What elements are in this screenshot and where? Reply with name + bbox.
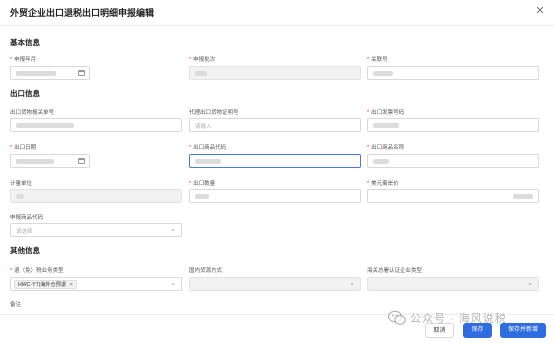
refund-type-select[interactable]: HWC-YT|海外仓预退 ✕ ⌄: [10, 277, 182, 291]
period-date-picker[interactable]: [10, 66, 90, 80]
dialog-title: 外贸企业出口退税出口明细申报编辑: [10, 8, 155, 18]
goods-code-label: * 出口商品代码: [189, 145, 227, 151]
section-export-title: 出口信息: [10, 89, 40, 98]
declare-code-label: 申报商品代码: [10, 215, 44, 221]
section-basic-title: 基本信息: [10, 38, 40, 47]
usd-price-label: * 美元离岸价: [367, 181, 399, 187]
dialog-footer: 取消 保存 保存并新增: [0, 314, 554, 343]
chevron-down-icon: ⌄: [170, 226, 176, 233]
batch-label: * 申报批次: [189, 57, 216, 63]
refund-type-tag: HWC-YT|海外仓预退 ✕: [14, 280, 78, 289]
save-and-new-button[interactable]: 保存并新增: [500, 323, 546, 338]
source-select: ⌄: [189, 277, 361, 291]
goods-name-label: * 出口商品名称: [367, 145, 405, 151]
quantity-input[interactable]: [189, 189, 361, 203]
calendar-icon: [78, 158, 85, 164]
goods-code-input[interactable]: [189, 154, 361, 168]
agent-cert-input[interactable]: 请输入: [189, 118, 361, 132]
section-other-title: 其他信息: [10, 246, 40, 255]
usd-price-input[interactable]: [367, 189, 539, 203]
refund-type-label: * 退（免）税业务类型: [10, 268, 64, 274]
calendar-icon: [78, 70, 85, 76]
batch-input: [189, 66, 361, 80]
dialog-header: 外贸企业出口退税出口明细申报编辑 ✕: [0, 0, 554, 26]
agent-cert-label: 代理出口货物证明号: [189, 110, 239, 116]
customs-no-input[interactable]: [10, 118, 182, 132]
chevron-down-icon: ⌄: [527, 280, 533, 287]
close-icon[interactable]: ✕: [534, 5, 546, 17]
tag-remove-icon[interactable]: ✕: [69, 282, 73, 288]
customs-cert-label: 海关总署认证企业类型: [367, 268, 423, 274]
edit-dialog: 外贸企业出口退税出口明细申报编辑 ✕ 基本信息 * 申报年月 * 申报批次 * 关联号…: [0, 0, 554, 343]
declare-code-placeholder: 请选择: [16, 229, 33, 235]
quantity-label: * 出口数量: [189, 181, 216, 187]
chevron-down-icon: ⌄: [349, 280, 355, 287]
agent-cert-placeholder: 请输入: [195, 124, 212, 130]
cancel-button[interactable]: 取消: [425, 323, 454, 338]
serial-input[interactable]: [367, 66, 539, 80]
unit-input: [10, 189, 182, 203]
invoice-label: * 出口发票号码: [367, 110, 405, 116]
customs-cert-select: ⌄: [367, 277, 539, 291]
invoice-input[interactable]: [367, 118, 539, 132]
declare-code-select[interactable]: 请选择 ⌄: [10, 223, 182, 237]
customs-no-label: 出口货物报关单号: [10, 110, 55, 116]
unit-label: 计量单位: [10, 181, 33, 187]
chevron-down-icon: ⌄: [170, 280, 176, 287]
serial-label: * 关联号: [367, 57, 388, 63]
save-button[interactable]: 保存: [463, 323, 492, 338]
period-label: * 申报年月: [10, 57, 37, 63]
export-date-picker[interactable]: [10, 154, 90, 168]
date-label: * 出口日期: [10, 145, 37, 151]
remark-label: 备注: [10, 302, 22, 308]
source-label: 国内货源方式: [189, 268, 223, 274]
goods-name-input[interactable]: [367, 154, 539, 168]
